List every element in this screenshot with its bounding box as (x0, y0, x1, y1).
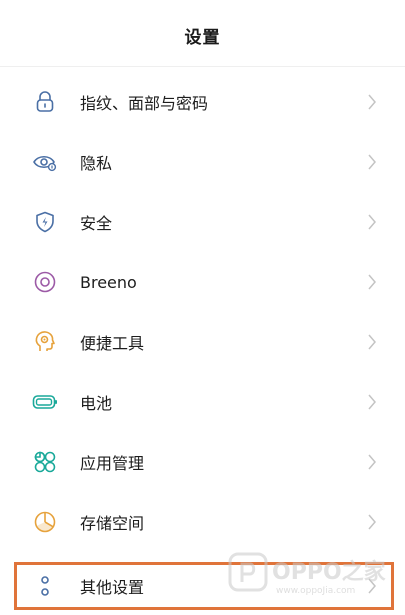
lock-icon (32, 89, 58, 115)
chevron-right-icon (368, 274, 376, 290)
settings-item-battery[interactable]: 电池 (0, 372, 405, 432)
chevron-right-icon (368, 94, 376, 110)
settings-item-biometrics-password[interactable]: 指纹、面部与密码 (0, 72, 405, 132)
shield-icon (32, 209, 58, 235)
settings-item-label: 隐私 (80, 154, 113, 173)
settings-item-label: 便捷工具 (80, 334, 145, 353)
chevron-right-icon (368, 394, 376, 410)
settings-item-label: 安全 (80, 214, 113, 233)
settings-item-storage[interactable]: 存储空间 (0, 492, 405, 552)
settings-screen: 设置 指纹、面部与密码 隐私 安全 Breeno 便捷工具 电池 应用管理 存储… (0, 0, 405, 615)
chevron-right-icon (368, 514, 376, 530)
header: 设置 (0, 0, 405, 67)
convenience-tools-icon (32, 329, 58, 355)
chevron-right-icon (368, 214, 376, 230)
breeno-icon (32, 269, 58, 295)
settings-item-label: Breeno (80, 272, 137, 292)
chevron-right-icon (368, 154, 376, 170)
settings-item-label: 存储空间 (80, 514, 145, 533)
chevron-right-icon (368, 334, 376, 350)
chevron-right-icon (368, 454, 376, 470)
chevron-right-icon (368, 578, 376, 594)
settings-item-label: 指纹、面部与密码 (80, 94, 209, 113)
settings-item-privacy[interactable]: 隐私 (0, 132, 405, 192)
settings-item-other-settings[interactable]: 其他设置 (0, 556, 405, 615)
apps-icon (32, 449, 58, 475)
page-title: 设置 (184, 27, 221, 48)
settings-item-label: 应用管理 (80, 454, 145, 473)
more-settings-icon (32, 573, 58, 599)
privacy-eye-icon (32, 149, 58, 175)
settings-item-convenience-tools[interactable]: 便捷工具 (0, 312, 405, 372)
settings-item-app-management[interactable]: 应用管理 (0, 432, 405, 492)
settings-item-security[interactable]: 安全 (0, 192, 405, 252)
settings-item-breeno[interactable]: Breeno (0, 252, 405, 312)
settings-item-label: 电池 (80, 394, 113, 413)
storage-pie-icon (32, 509, 58, 535)
settings-item-label: 其他设置 (80, 578, 145, 597)
battery-icon (32, 389, 58, 415)
